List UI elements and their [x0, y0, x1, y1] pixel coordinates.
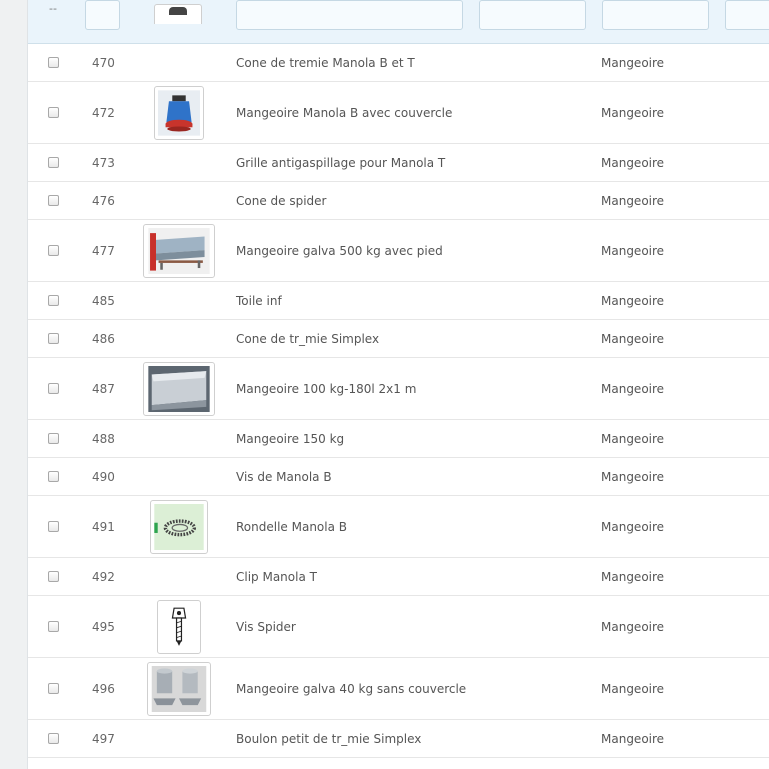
table-row[interactable]: 487 Mangeoire 100 kg-180l 2x1 m Mangeoire [28, 358, 769, 420]
row-select-checkbox[interactable] [48, 621, 59, 632]
product-category: Mangeoire [601, 331, 665, 346]
product-thumbnail [147, 662, 211, 716]
product-name: Mangeoire 100 kg-180l 2x1 m [236, 381, 417, 396]
product-id: 473 [92, 155, 115, 170]
row-select-checkbox[interactable] [48, 433, 59, 444]
product-category: Mangeoire [601, 193, 665, 208]
price-filter-input[interactable] [725, 0, 769, 30]
product-name: Mangeoire galva 500 kg avec pied [236, 243, 443, 258]
product-thumbnail [143, 362, 215, 416]
product-category: Mangeoire [601, 731, 665, 746]
category-filter-input[interactable] [602, 0, 709, 30]
row-select-checkbox[interactable] [48, 57, 59, 68]
product-category: Mangeoire [601, 431, 665, 446]
row-select-checkbox[interactable] [48, 195, 59, 206]
product-id: 472 [92, 105, 115, 120]
product-id: 470 [92, 55, 115, 70]
product-name: Vis de Manola B [236, 469, 332, 484]
product-category: Mangeoire [601, 155, 665, 170]
product-id: 495 [92, 619, 115, 634]
product-name: Rondelle Manola B [236, 519, 347, 534]
table-row[interactable]: 472 Mangeoire Manola B avec couvercle Mang… [28, 82, 769, 144]
table-row[interactable]: 496 Mangeoire galva 40 kg sans couvercle M… [28, 658, 769, 720]
product-id: 486 [92, 331, 115, 346]
reference-filter-input[interactable] [479, 0, 586, 30]
row-select-checkbox[interactable] [48, 471, 59, 482]
product-id: 496 [92, 681, 115, 696]
product-name: Mangeoire galva 40 kg sans couvercle [236, 681, 467, 696]
product-id: 485 [92, 293, 115, 308]
product-name: Cone de tr_mie Simplex [236, 331, 380, 346]
product-thumbnail [143, 224, 215, 278]
product-thumbnail [154, 86, 204, 140]
left-gutter [0, 0, 28, 769]
product-category: Mangeoire [601, 105, 665, 120]
row-select-checkbox[interactable] [48, 383, 59, 394]
row-select-checkbox[interactable] [48, 521, 59, 532]
product-name: Clip Manola T [236, 569, 317, 584]
row-select-checkbox[interactable] [48, 683, 59, 694]
product-category: Mangeoire [601, 519, 665, 534]
filter-row: -- -- [28, 0, 769, 44]
table-row[interactable]: 486 Cone de tr_mie Simplex Mangeoire [28, 320, 769, 358]
name-filter-input[interactable] [236, 0, 463, 30]
table-row[interactable]: 497 Boulon petit de tr_mie Simplex Mangeoi… [28, 720, 769, 758]
table-row[interactable]: 491 Rondelle Manola B Mangeoire [28, 496, 769, 558]
product-name: Boulon petit de tr_mie Simplex [236, 731, 422, 746]
table-row[interactable]: 492 Clip Manola T Mangeoire [28, 558, 769, 596]
product-name: Vis Spider [236, 619, 296, 634]
row-select-checkbox[interactable] [48, 733, 59, 744]
table-row[interactable]: 476 Cone de spider Mangeoire [28, 182, 769, 220]
id-filter-input[interactable] [85, 0, 120, 30]
product-category: Mangeoire [601, 381, 665, 396]
product-table: -- -- 470 Cone de tremie Manola B et T Man… [28, 0, 769, 769]
product-category: Mangeoire [601, 243, 665, 258]
product-category: Mangeoire [601, 293, 665, 308]
product-name: Cone de spider [236, 193, 327, 208]
product-thumbnail [157, 600, 201, 654]
product-id: 487 [92, 381, 115, 396]
product-category: Mangeoire [601, 619, 665, 634]
product-id: 477 [92, 243, 115, 258]
product-id: 491 [92, 519, 115, 534]
product-id: 490 [92, 469, 115, 484]
product-name: Mangeoire Manola B avec couvercle [236, 105, 453, 120]
product-category: Mangeoire [601, 55, 665, 70]
row-select-checkbox[interactable] [48, 245, 59, 256]
product-name: Cone de tremie Manola B et T [236, 55, 415, 70]
product-category: Mangeoire [601, 681, 665, 696]
row-select-checkbox[interactable] [48, 107, 59, 118]
product-thumbnail [150, 500, 208, 554]
table-row[interactable]: 477 Mangeoire galva 500 kg avec pied Mange… [28, 220, 769, 282]
table-row[interactable]: 485 Toile inf Mangeoire [28, 282, 769, 320]
product-id: 488 [92, 431, 115, 446]
row-select-checkbox[interactable] [48, 333, 59, 344]
checkbox-column-filter: -- [49, 2, 57, 15]
product-id: 476 [92, 193, 115, 208]
table-body: 470 Cone de tremie Manola B et T Mangeoire… [28, 44, 769, 758]
product-id: 497 [92, 731, 115, 746]
row-select-checkbox[interactable] [48, 571, 59, 582]
table-row[interactable]: 490 Vis de Manola B Mangeoire [28, 458, 769, 496]
row-select-checkbox[interactable] [48, 295, 59, 306]
product-thumbnail [154, 4, 202, 24]
product-category: Mangeoire [601, 569, 665, 584]
product-name: Toile inf [236, 293, 282, 308]
product-name: Grille antigaspillage pour Manola T [236, 155, 446, 170]
table-row[interactable]: 473 Grille antigaspillage pour Manola T Ma… [28, 144, 769, 182]
table-row[interactable]: 488 Mangeoire 150 kg Mangeoire [28, 420, 769, 458]
product-category: Mangeoire [601, 469, 665, 484]
product-id: 492 [92, 569, 115, 584]
product-name: Mangeoire 150 kg [236, 431, 345, 446]
row-select-checkbox[interactable] [48, 157, 59, 168]
table-row[interactable]: 495 Vis Spider Mangeoire [28, 596, 769, 658]
table-row[interactable]: 470 Cone de tremie Manola B et T Mangeoire [28, 44, 769, 82]
